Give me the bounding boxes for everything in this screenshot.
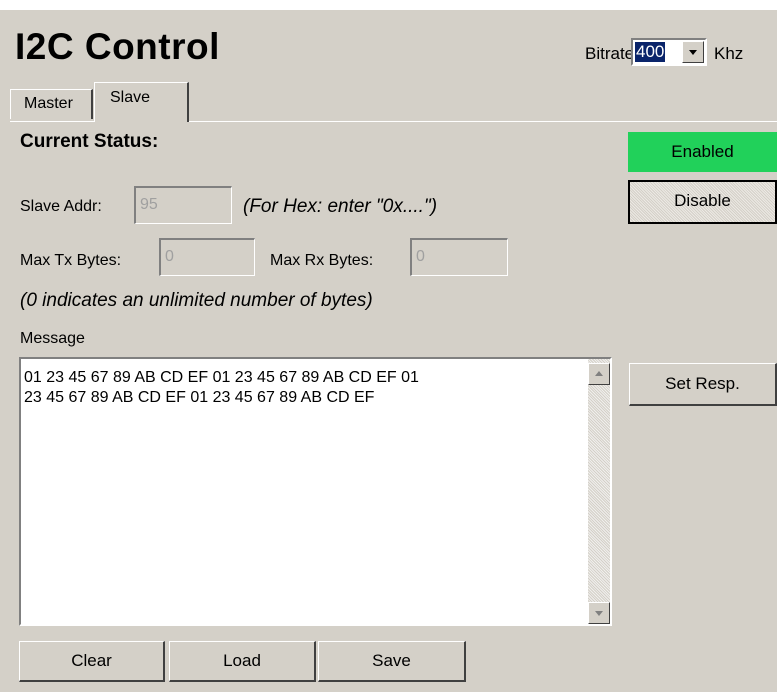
set-resp-button[interactable]: Set Resp. xyxy=(629,363,777,406)
chevron-down-icon[interactable] xyxy=(682,41,704,63)
message-line: 23 45 67 89 AB CD EF 01 23 45 67 89 AB C… xyxy=(24,389,375,406)
tab-slave[interactable]: Slave xyxy=(94,82,189,122)
scroll-down-icon[interactable] xyxy=(588,602,610,624)
message-label: Message xyxy=(20,330,85,347)
max-tx-input[interactable]: 0 xyxy=(159,238,255,276)
slave-addr-label: Slave Addr: xyxy=(20,198,102,215)
bitrate-select[interactable]: 400 xyxy=(631,38,707,66)
message-textarea[interactable]: 01 23 45 67 89 AB CD EF 01 23 45 67 89 A… xyxy=(19,357,612,626)
max-rx-label: Max Rx Bytes: xyxy=(270,252,374,269)
status-badge: Enabled xyxy=(628,132,777,172)
message-line: 01 23 45 67 89 AB CD EF 01 23 45 67 89 A… xyxy=(24,369,419,386)
save-button[interactable]: Save xyxy=(318,641,466,682)
disable-button[interactable]: Disable xyxy=(628,180,777,224)
current-status-label: Current Status: xyxy=(20,131,159,152)
load-button[interactable]: Load xyxy=(169,641,316,682)
max-rx-input[interactable]: 0 xyxy=(410,238,508,276)
max-tx-label: Max Tx Bytes: xyxy=(20,252,122,269)
slave-addr-input[interactable]: 95 xyxy=(134,186,232,224)
bitrate-value: 400 xyxy=(635,42,666,62)
message-scrollbar[interactable] xyxy=(588,359,610,624)
bitrate-unit-label: Khz xyxy=(714,44,744,63)
scroll-up-icon[interactable] xyxy=(588,363,610,385)
hex-hint: (For Hex: enter "0x....") xyxy=(243,196,438,217)
message-text: 01 23 45 67 89 AB CD EF 01 23 45 67 89 A… xyxy=(24,368,564,408)
unlimited-hint: (0 indicates an unlimited number of byte… xyxy=(20,290,373,311)
clear-button[interactable]: Clear xyxy=(19,641,165,682)
tab-master[interactable]: Master xyxy=(10,89,93,119)
bitrate-label: Bitrate xyxy=(585,44,635,63)
panel-title: I2C Control xyxy=(15,26,220,67)
